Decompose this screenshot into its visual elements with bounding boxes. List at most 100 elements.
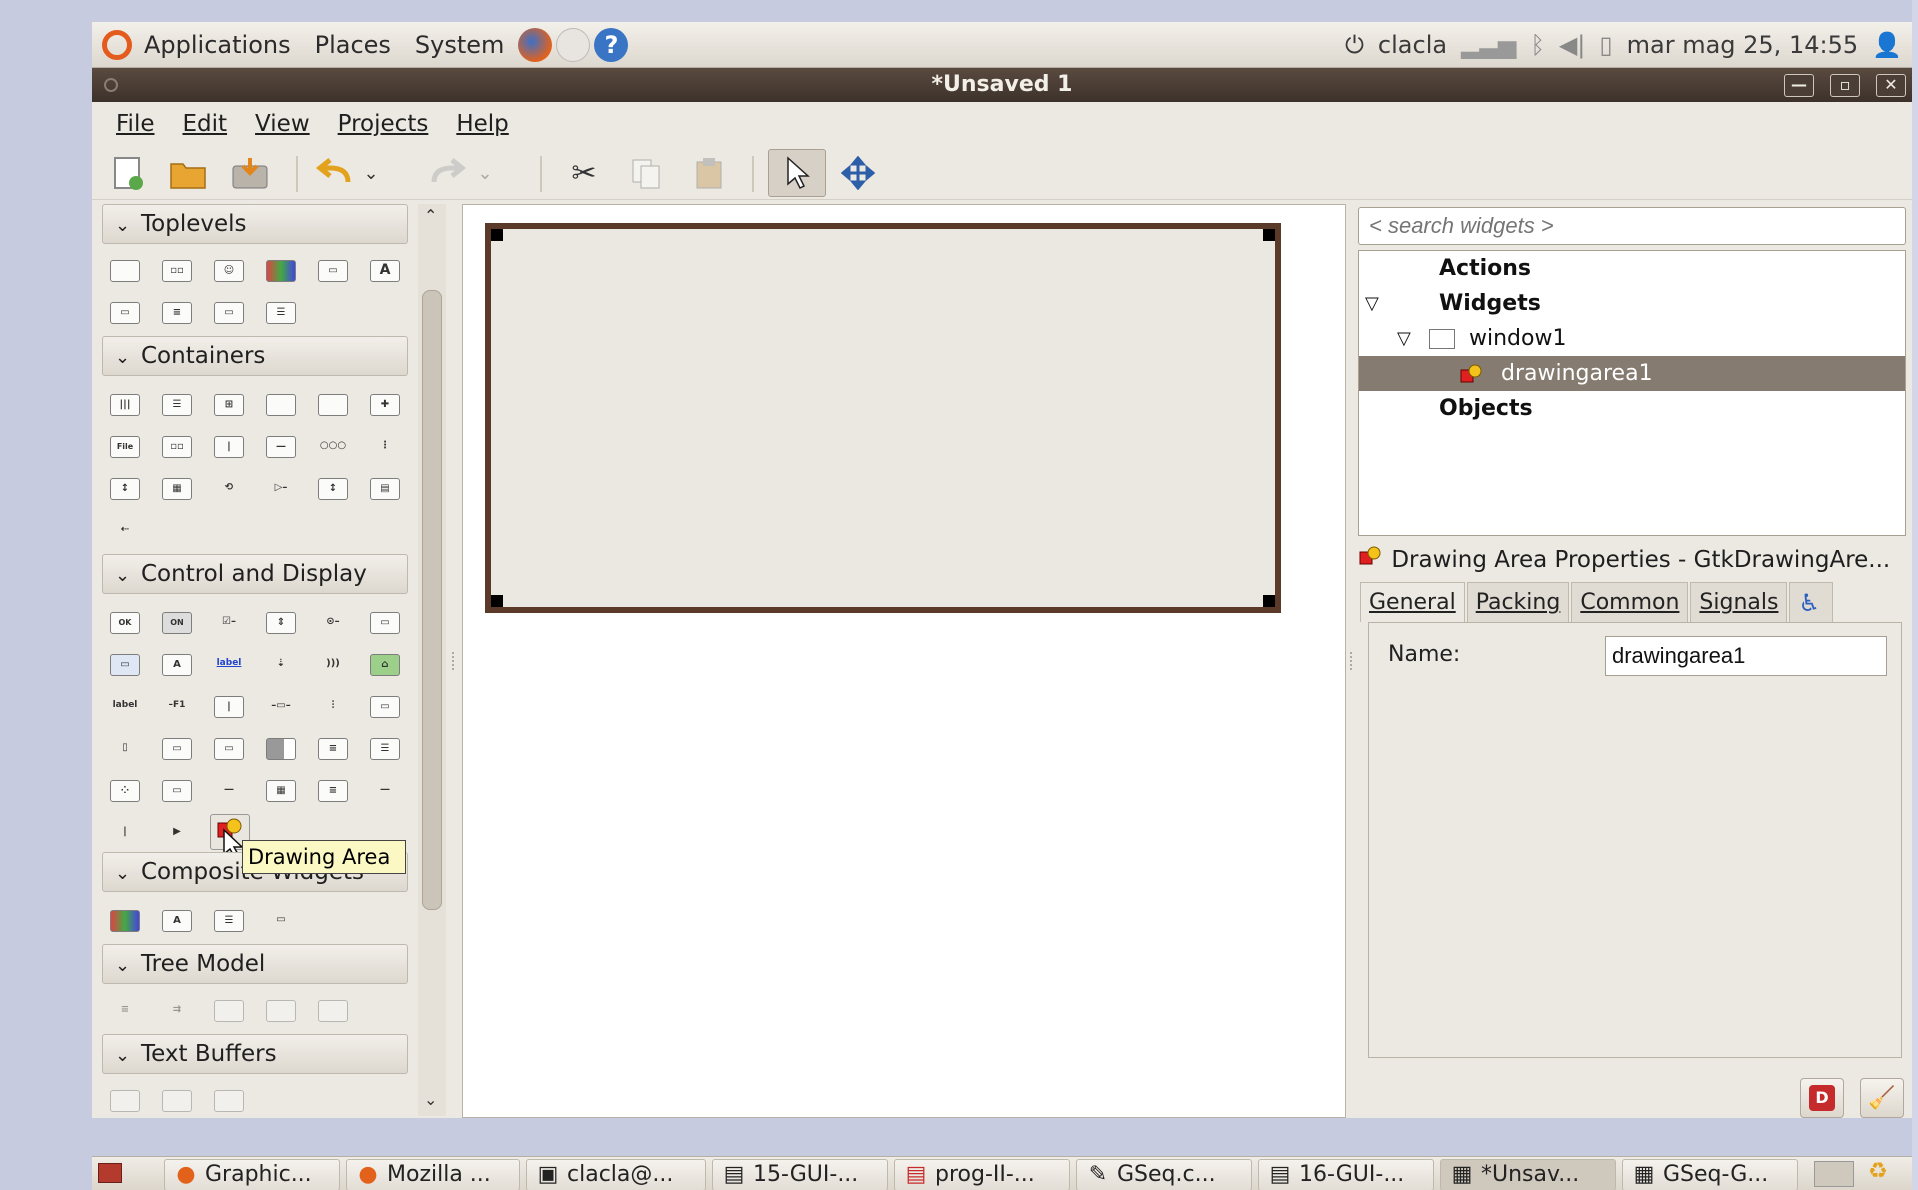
ubuntu-logo-icon[interactable] [102, 29, 132, 60]
undo-icon[interactable] [312, 152, 356, 194]
resize-handle[interactable] [1263, 595, 1275, 607]
tree-row-window1[interactable]: ▽ window1 [1359, 321, 1905, 356]
pane-grip[interactable] [452, 652, 458, 670]
close-button[interactable]: ✕ [1876, 74, 1906, 97]
icon-view-icon[interactable]: ⁘ [110, 780, 140, 802]
input-dialog-icon[interactable]: ▭ [110, 302, 140, 324]
maximize-button[interactable]: ▫ [1830, 74, 1860, 97]
task-unsaved[interactable]: ▦ *Unsav... [1440, 1159, 1616, 1190]
check-button-icon[interactable]: ☑– [214, 612, 244, 634]
task-gseq-g[interactable]: ▦ GSeq-G... [1622, 1159, 1798, 1190]
power-icon[interactable]: ⏻ [1345, 31, 1364, 59]
tree-selection-icon[interactable] [318, 1000, 348, 1022]
clear-button[interactable]: 🧹 [1860, 1078, 1904, 1118]
list-store-icon[interactable]: ≡ [110, 1000, 140, 1022]
menu-help[interactable]: Help [444, 111, 520, 137]
category-control-and-display[interactable]: ⌄ Control and Display [102, 554, 408, 594]
tab-general[interactable]: General [1360, 582, 1465, 622]
category-tree-model[interactable]: ⌄ Tree Model [102, 944, 408, 984]
hbuttonbox-icon[interactable]: ○○○ [318, 436, 348, 458]
handle-box-icon[interactable]: ⇠ [110, 520, 140, 542]
scroll-down-icon[interactable]: ⌄ [424, 1090, 437, 1109]
file-dialog-icon[interactable]: ▭ [318, 260, 348, 282]
workspace-switcher-icon[interactable] [1814, 1161, 1854, 1187]
combo-entry-icon[interactable]: ▭ [162, 780, 192, 802]
accel-label-icon[interactable]: –F1 [162, 696, 192, 718]
scale-button-icon[interactable]: ⇣ [266, 654, 296, 676]
frame-icon[interactable] [318, 394, 348, 416]
tree-row-actions[interactable]: Actions [1359, 251, 1905, 286]
vscale-icon[interactable]: ⫶ [318, 696, 348, 718]
applications-menu[interactable]: Applications [132, 31, 303, 59]
text-buffer-icon[interactable] [110, 1090, 140, 1112]
resize-handle[interactable] [491, 229, 503, 241]
bluetooth-icon[interactable]: ᛒ [1530, 31, 1544, 59]
arrow-icon[interactable]: ▶ [162, 822, 192, 844]
clock[interactable]: mar mag 25, 14:55 [1627, 31, 1859, 59]
task-gseq-c[interactable]: ✎ GSeq.c... [1076, 1159, 1252, 1190]
task-terminal[interactable]: ▣ clacla@... [526, 1159, 706, 1190]
label-icon[interactable]: label [110, 696, 140, 718]
separator-line-icon[interactable]: — [370, 780, 400, 802]
recent-dialog-icon[interactable]: ▭ [214, 302, 244, 324]
tree-row-objects[interactable]: Objects [1359, 391, 1905, 426]
font-selection-icon[interactable]: A [162, 910, 192, 932]
text-entry-icon[interactable]: | [214, 696, 244, 718]
category-toplevels[interactable]: ⌄ Toplevels [102, 204, 408, 244]
ruler-icon[interactable]: ▭ [214, 738, 244, 760]
file-chooser-button-icon[interactable]: ▭ [370, 612, 400, 634]
system-menu[interactable]: System [403, 31, 517, 59]
vpaned-icon[interactable]: — [266, 436, 296, 458]
expander-open-icon[interactable]: ▽ [1365, 286, 1379, 321]
trash-icon[interactable]: ♻ [1868, 1159, 1898, 1189]
expander-icon[interactable]: ▷– [266, 478, 296, 500]
tab-accessibility[interactable]: ♿ [1789, 582, 1834, 622]
tree-model-sort-icon[interactable] [266, 1000, 296, 1022]
search-widgets-input[interactable] [1358, 207, 1906, 245]
text-tag-icon[interactable] [162, 1090, 192, 1112]
alignment-icon[interactable]: ⟲ [214, 478, 244, 500]
battery-icon[interactable]: ▯ [1599, 31, 1612, 59]
color-dialog-icon[interactable] [266, 260, 296, 282]
tree-row-drawingarea1[interactable]: drawingarea1 [1359, 356, 1905, 391]
vbox-icon[interactable]: ☰ [162, 394, 192, 416]
assistant-icon[interactable]: ☰ [266, 302, 296, 324]
menu-edit[interactable]: Edit [171, 111, 240, 137]
tree-view-icon[interactable]: ☰ [370, 738, 400, 760]
palette-scroll-thumb[interactable] [422, 290, 442, 910]
viewport-icon[interactable]: ↕ [318, 478, 348, 500]
layout-icon[interactable]: ↕ [110, 478, 140, 500]
tree-row-widgets[interactable]: ▽ Widgets [1359, 286, 1905, 321]
task-graphic[interactable]: ● Graphic... [164, 1159, 340, 1190]
fixed-icon[interactable]: ✚ [370, 394, 400, 416]
name-field[interactable] [1605, 636, 1887, 676]
link-button-icon[interactable]: label [214, 654, 244, 676]
volume-button-icon[interactable]: ))) [318, 654, 348, 676]
menu-file[interactable]: File [104, 111, 167, 137]
vseparator-icon[interactable]: | [110, 822, 140, 844]
task-16-gui[interactable]: ▤ 16-GUI-... [1258, 1159, 1434, 1190]
window-menu-icon[interactable] [104, 78, 118, 92]
expander-open-icon[interactable]: ▽ [1397, 321, 1411, 356]
font-button-icon[interactable]: A [162, 654, 192, 676]
spin-button-icon[interactable]: ⇕ [266, 612, 296, 634]
network-icon[interactable]: ▂▃▅ [1461, 31, 1516, 59]
hseparator-icon[interactable]: — [214, 780, 244, 802]
statusbar-icon[interactable]: ▭ [162, 738, 192, 760]
show-desktop-icon[interactable] [98, 1163, 122, 1183]
volume-icon[interactable]: ◀| [1559, 31, 1586, 59]
help-launcher-icon[interactable]: ? [594, 27, 629, 62]
category-containers[interactable]: ⌄ Containers [102, 336, 408, 376]
about-dialog-icon[interactable]: ☺ [214, 260, 244, 282]
dialog-widget-icon[interactable]: ▫▫ [162, 260, 192, 282]
tree-model-filter-icon[interactable] [214, 1000, 244, 1022]
tab-common[interactable]: Common [1571, 582, 1689, 622]
select-pointer-icon[interactable] [768, 149, 826, 197]
combo-box-icon[interactable]: ▭ [110, 654, 140, 676]
image-icon[interactable]: ⌂ [370, 654, 400, 676]
toolbar-widget-icon[interactable]: ▫▫ [162, 436, 192, 458]
menu-view[interactable]: View [243, 111, 322, 137]
button-icon[interactable]: OK [110, 612, 140, 634]
drawing-area-widget[interactable] [485, 223, 1281, 613]
scroll-up-icon[interactable]: ⌃ [424, 206, 437, 225]
